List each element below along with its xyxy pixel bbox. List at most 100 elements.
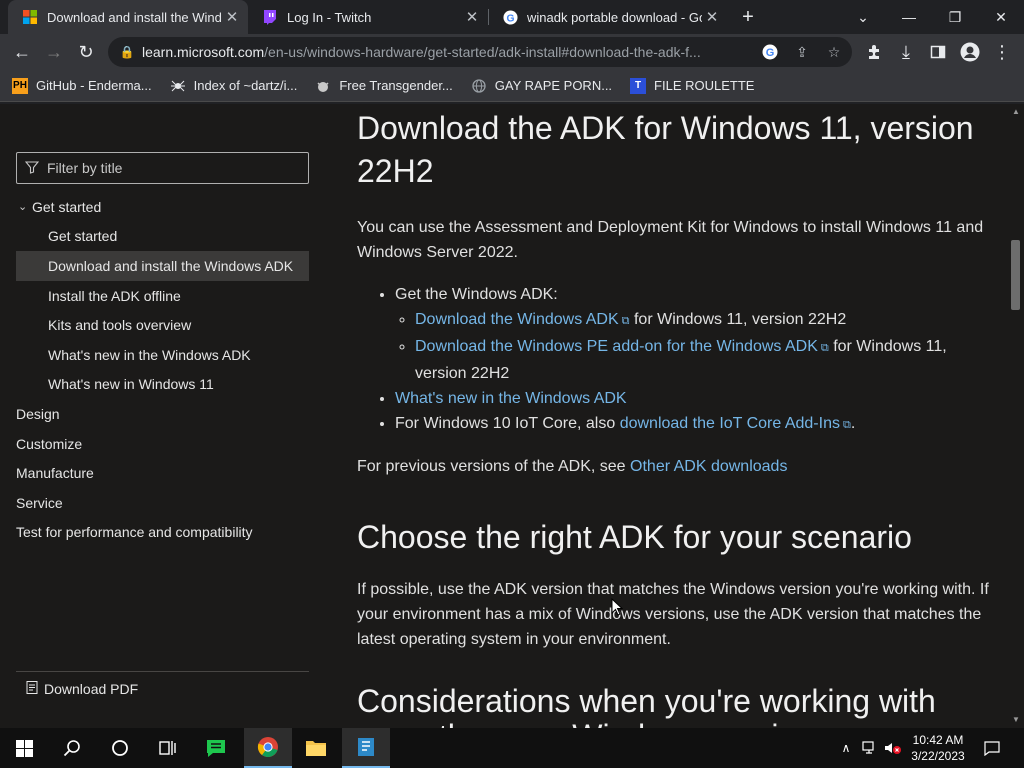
toc-item-manufacture[interactable]: Manufacture	[16, 458, 309, 488]
tab-search-chevron-icon[interactable]: ⌄	[840, 0, 886, 34]
toc-label: Kits and tools overview	[48, 317, 192, 334]
list-item: What's new in the Windows ADK	[395, 386, 997, 411]
download-windows-adk-link[interactable]: Download the Windows ADK	[415, 311, 619, 328]
heading-download-adk: Download the ADK for Windows 11, version…	[357, 110, 974, 189]
downloads-icon[interactable]: ⤓	[894, 40, 918, 64]
globe-icon	[471, 78, 487, 94]
volume-muted-icon[interactable]	[882, 728, 904, 768]
other-adk-downloads-link[interactable]: Other ADK downloads	[630, 458, 787, 475]
chevron-down-icon[interactable]: ⌄	[18, 200, 27, 213]
whats-new-adk-link[interactable]: What's new in the Windows ADK	[395, 390, 627, 407]
toc-label: Customize	[16, 435, 83, 452]
bookmark-index-dartz[interactable]: Index of ~dartz/i...	[170, 78, 297, 94]
download-windows-pe-link[interactable]: Download the Windows PE add-on for the W…	[415, 338, 818, 355]
google-lens-icon[interactable]: G	[760, 42, 780, 62]
scroll-down-icon[interactable]: ▼	[1011, 715, 1021, 724]
toc-item-customize[interactable]: Customize	[16, 429, 309, 459]
tab-adk-install[interactable]: Download and install the Windo ✕	[8, 0, 248, 34]
download-pdf-button[interactable]: Download PDF	[16, 671, 309, 705]
extensions-icon[interactable]	[862, 40, 886, 64]
scrollbar-thumb[interactable]	[1011, 240, 1020, 310]
system-clock[interactable]: 10:42 AM 3/22/2023	[902, 732, 974, 764]
chat-app-icon	[207, 740, 225, 757]
restore-button[interactable]: ❐	[932, 0, 978, 34]
toc-label: Service	[16, 494, 63, 511]
toc-item-design[interactable]: Design	[16, 399, 309, 429]
tab-google-search[interactable]: G winadk portable download - Goo ✕	[488, 0, 728, 34]
toc-item-service[interactable]: Service	[16, 488, 309, 518]
clock-date: 3/22/2023	[911, 749, 965, 763]
scroll-up-icon[interactable]: ▲	[1011, 107, 1021, 116]
reload-button[interactable]: ↻	[74, 40, 98, 64]
task-view-icon	[159, 741, 176, 755]
file-roulette-icon: T	[630, 77, 647, 94]
bookmark-label: Free Transgender...	[339, 78, 453, 93]
back-button[interactable]: ←	[10, 40, 34, 64]
bookmark-github[interactable]: PH GitHub - Enderma...	[12, 77, 152, 94]
tab-twitch[interactable]: Log In - Twitch ✕	[248, 0, 488, 34]
bookmark-file-roulette[interactable]: T FILE ROULETTE	[630, 77, 754, 94]
toc-item-get-started[interactable]: Get started	[16, 222, 309, 252]
toc-list: ⌄ Get started Get started Download and i…	[16, 192, 309, 547]
iot-suffix: .	[850, 415, 856, 432]
close-tab-icon[interactable]: ✕	[222, 8, 242, 26]
bookmark-free-transgender[interactable]: Free Transgender...	[315, 78, 453, 94]
cortana-circle-icon	[112, 740, 128, 756]
svg-text:G: G	[506, 13, 514, 24]
adk-suffix: for Windows 11, version 22H2	[633, 311, 847, 328]
notification-center-icon[interactable]	[980, 728, 1004, 768]
pdf-icon	[26, 680, 38, 697]
list-item: For Windows 10 IoT Core, also download t…	[395, 411, 997, 438]
article-content: Download the ADK for Windows 11, version…	[357, 104, 997, 728]
profile-avatar-icon[interactable]	[958, 40, 982, 64]
ph-logo-icon: PH	[12, 77, 28, 94]
toc-item-install-adk-offline[interactable]: Install the ADK offline	[16, 281, 309, 311]
show-hidden-icons-chevron-icon[interactable]: ∧	[834, 728, 858, 768]
toc-item-download-install-adk[interactable]: Download and install the Windows ADK	[16, 251, 309, 281]
task-view-button[interactable]	[144, 728, 192, 768]
share-icon[interactable]: ⇪	[792, 42, 812, 62]
tab-title: Download and install the Windo	[47, 9, 222, 25]
minimize-button[interactable]: —	[886, 0, 932, 34]
start-button[interactable]	[0, 728, 48, 768]
lock-icon[interactable]: 🔒	[112, 45, 142, 59]
cortana-button[interactable]	[96, 728, 144, 768]
bookmark-star-icon[interactable]: ☆	[824, 42, 844, 62]
toc-item-test-performance[interactable]: Test for performance and compatibility	[16, 518, 309, 548]
toc-item-whats-new-windows-11[interactable]: What's new in Windows 11	[16, 370, 309, 400]
filter-by-title-input[interactable]: Filter by title	[16, 152, 309, 184]
devil-icon	[315, 78, 331, 94]
side-panel-icon[interactable]	[926, 40, 950, 64]
toc-label: What's new in Windows 11	[48, 376, 214, 393]
taskbar-app-chrome[interactable]	[244, 728, 292, 768]
taskbar-app-messages[interactable]	[192, 728, 240, 768]
browser-menu-icon[interactable]: ⋮	[990, 40, 1014, 64]
toc-item-get-started-group[interactable]: ⌄ Get started	[16, 192, 309, 222]
address-bar[interactable]: 🔒 learn.microsoft.com/en-us/windows-hard…	[108, 37, 852, 67]
page-scrollbar[interactable]: ▲ ▼	[1008, 104, 1024, 728]
toc-item-whats-new-adk[interactable]: What's new in the Windows ADK	[16, 340, 309, 370]
taskbar-app-file-explorer[interactable]	[292, 728, 340, 768]
address-url[interactable]: learn.microsoft.com/en-us/windows-hardwa…	[142, 44, 742, 60]
toc-label: Design	[16, 405, 60, 422]
bookmark-globe-site[interactable]: GAY RAPE PORN...	[471, 78, 612, 94]
search-button[interactable]	[48, 728, 96, 768]
close-tab-icon[interactable]: ✕	[702, 8, 722, 26]
tab-title: Log In - Twitch	[287, 9, 372, 25]
forward-button[interactable]: →	[42, 40, 66, 64]
iot-prefix: For Windows 10 IoT Core, also	[395, 415, 616, 432]
intro-paragraph: You can use the Assessment and Deploymen…	[357, 219, 984, 261]
external-link-icon: ⧉	[621, 315, 630, 327]
iot-core-addins-link[interactable]: download the IoT Core Add-Ins	[620, 415, 840, 432]
toc-item-kits-tools-overview[interactable]: Kits and tools overview	[16, 310, 309, 340]
external-link-icon: ⧉	[820, 342, 829, 354]
new-tab-button[interactable]: +	[737, 6, 759, 28]
tab-strip: Download and install the Windo ✕ Log In …	[0, 0, 1024, 34]
bookmark-label: GAY RAPE PORN...	[494, 78, 613, 93]
close-tab-icon[interactable]: ✕	[462, 8, 482, 26]
taskbar-app-active[interactable]	[342, 728, 390, 768]
close-window-button[interactable]: ✕	[978, 0, 1024, 34]
network-icon[interactable]	[860, 728, 880, 768]
google-icon: G	[502, 9, 518, 25]
prev-prefix: For previous versions of the ADK, see	[357, 458, 626, 475]
